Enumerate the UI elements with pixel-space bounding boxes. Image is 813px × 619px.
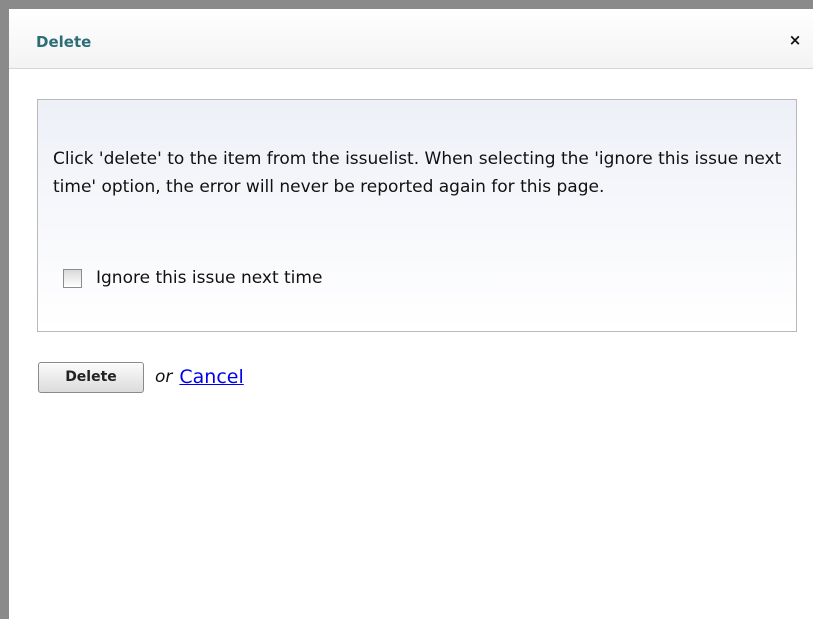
- delete-message-panel: Click 'delete' to the item from the issu…: [37, 99, 797, 332]
- dialog-titlebar: Delete ×: [9, 9, 813, 69]
- delete-dialog: Delete × Click 'delete' to the item from…: [9, 9, 813, 619]
- dialog-title: Delete: [36, 33, 92, 51]
- close-icon[interactable]: ×: [787, 31, 803, 49]
- ignore-checkbox[interactable]: [63, 268, 82, 288]
- delete-message: Click 'delete' to the item from the issu…: [53, 149, 782, 197]
- ignore-option-label[interactable]: Ignore this issue next time: [96, 266, 322, 290]
- or-text: or: [155, 367, 173, 387]
- ignore-option[interactable]: Ignore this issue next time: [63, 266, 322, 290]
- dialog-actions: Delete or Cancel: [38, 361, 244, 393]
- delete-button[interactable]: Delete: [38, 361, 144, 393]
- cancel-link[interactable]: Cancel: [179, 365, 243, 389]
